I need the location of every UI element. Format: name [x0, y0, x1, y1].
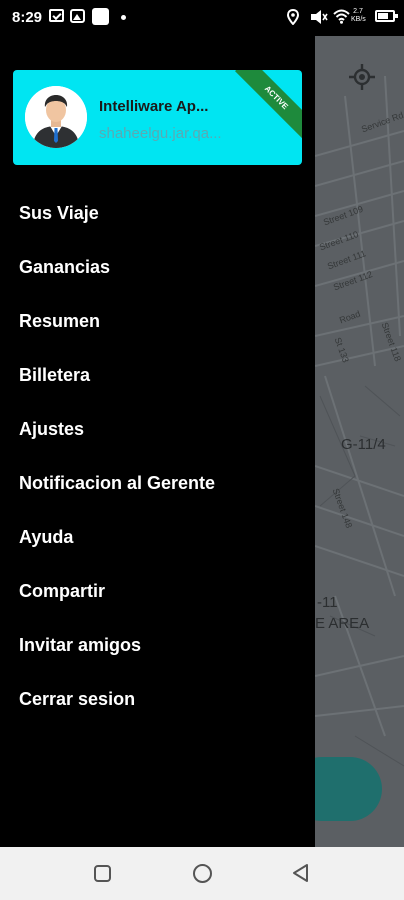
- map-area-number: -11: [317, 594, 338, 611]
- status-time: 8:29: [12, 9, 43, 26]
- dot-icon: [121, 15, 126, 20]
- menu-item-notificacion-gerente[interactable]: Notificacion al Gerente: [0, 456, 315, 510]
- menu-item-sus-viaje[interactable]: Sus Viaje: [0, 186, 315, 240]
- map-area-label: E AREA: [315, 615, 370, 632]
- message-icon: [49, 9, 64, 22]
- network-speed-unit: KB/s: [351, 16, 366, 23]
- menu-item-resumen[interactable]: Resumen: [0, 294, 315, 348]
- network-speed-value: 2.7: [353, 8, 363, 15]
- menu-item-ayuda[interactable]: Ayuda: [0, 510, 315, 564]
- home-icon[interactable]: [193, 864, 212, 883]
- menu-item-cerrar-sesion[interactable]: Cerrar sesion: [0, 672, 315, 726]
- status-bar: 8:29 2.7 KB/s: [0, 0, 404, 36]
- system-nav-bar: [0, 847, 404, 900]
- avatar: [25, 86, 87, 148]
- user-avatar-icon: [25, 86, 87, 148]
- profile-name: Intelliware Ap...: [99, 98, 209, 115]
- network-speed: 2.7 KB/s: [351, 8, 366, 24]
- wifi-icon: [333, 9, 350, 29]
- profile-card[interactable]: Intelliware Ap... shaheelgu.jar.qa... AC…: [13, 70, 302, 165]
- menu-item-compartir[interactable]: Compartir: [0, 564, 315, 618]
- my-location-icon[interactable]: [347, 62, 377, 92]
- back-icon[interactable]: [291, 863, 311, 888]
- menu-item-ganancias[interactable]: Ganancias: [0, 240, 315, 294]
- battery-icon: [375, 10, 398, 22]
- map-sector-label: G-11/4: [341, 436, 386, 453]
- app-icon: [92, 8, 109, 25]
- gallery-icon: [70, 9, 85, 23]
- recent-apps-icon[interactable]: [94, 865, 111, 882]
- menu-item-invitar-amigos[interactable]: Invitar amigos: [0, 618, 315, 672]
- drawer-menu: Sus Viaje Ganancias Resumen Billetera Aj…: [0, 186, 315, 726]
- location-icon: [286, 8, 300, 30]
- active-status-badge: ACTIVE: [234, 70, 302, 140]
- menu-item-billetera[interactable]: Billetera: [0, 348, 315, 402]
- menu-item-ajustes[interactable]: Ajustes: [0, 402, 315, 456]
- navigation-drawer: Intelliware Ap... shaheelgu.jar.qa... AC…: [0, 36, 315, 847]
- profile-email: shaheelgu.jar.qa...: [99, 125, 222, 142]
- vibrate-icon: [310, 9, 328, 30]
